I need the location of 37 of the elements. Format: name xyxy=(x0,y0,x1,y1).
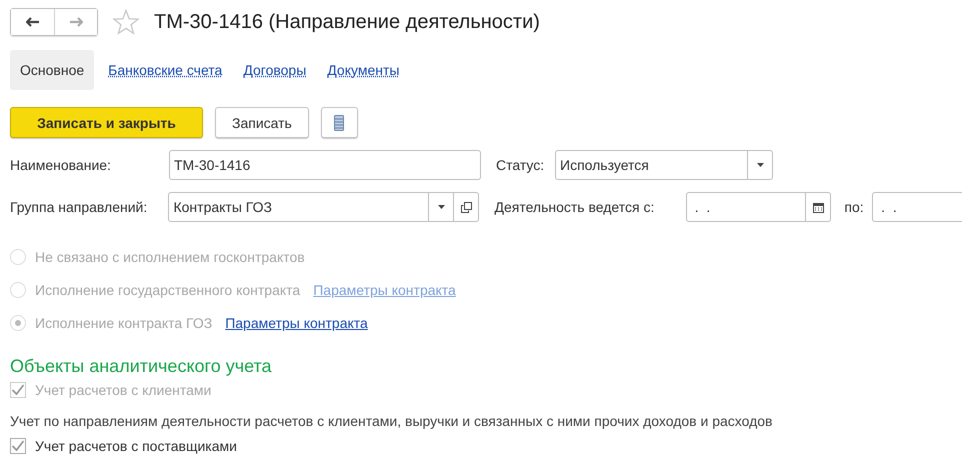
back-button[interactable] xyxy=(11,9,54,35)
list-button[interactable] xyxy=(320,107,358,138)
list-icon xyxy=(334,114,344,130)
input-field[interactable]: . . xyxy=(686,192,832,222)
description-text: Учет по направлениям деятельности расчетов с клиентами, выручки и связанных с ними прочих доходов и расходов xyxy=(10,412,774,431)
dropdown-icon xyxy=(756,163,764,167)
checkbox-label: Учет расчетов с поставщиками xyxy=(35,438,237,454)
dropdown-icon xyxy=(438,205,445,209)
tab[interactable]: Договоры xyxy=(243,62,306,78)
field-label: Наименование: xyxy=(10,157,112,173)
save-button[interactable]: Записать xyxy=(215,107,309,138)
radio-label: Не связано с исполнением госконтрактов xyxy=(35,248,305,264)
radio-label: Исполнение контракта ГОЗ xyxy=(35,314,212,330)
radio-label: Исполнение государственного контракта xyxy=(35,282,300,298)
checkmark-icon xyxy=(11,384,25,396)
field-label: по: xyxy=(844,199,865,215)
input-field[interactable]: Используется xyxy=(555,150,773,180)
back-arrow-icon xyxy=(26,17,40,27)
input-field[interactable]: ТМ-30-1416 xyxy=(169,150,481,180)
checkbox[interactable] xyxy=(10,438,26,454)
tab[interactable]: Документы xyxy=(327,62,400,78)
calendar-icon xyxy=(812,202,824,212)
checkmark-icon xyxy=(11,440,25,452)
tab[interactable]: Основное xyxy=(10,50,94,90)
checkbox-label: Учет расчетов с клиентами xyxy=(35,382,212,398)
forward-arrow-icon xyxy=(69,17,83,27)
save-and-close-button[interactable]: Записать и закрыть xyxy=(10,107,203,138)
section-heading: Объекты аналитического учета xyxy=(10,356,273,377)
field-label: Статус: xyxy=(496,157,546,173)
input-field[interactable]: Контракты ГОЗ xyxy=(168,192,480,222)
open-icon xyxy=(460,202,472,212)
tab[interactable]: Банковские счета xyxy=(108,62,222,78)
field-label: Группа направлений: xyxy=(10,199,148,215)
window-title: ТМ-30-1416 (Направление деятельности) xyxy=(154,10,540,34)
input-field[interactable]: . . xyxy=(872,192,962,222)
star-icon[interactable] xyxy=(112,8,140,36)
field-label: Деятельность ведется с: xyxy=(494,199,656,215)
